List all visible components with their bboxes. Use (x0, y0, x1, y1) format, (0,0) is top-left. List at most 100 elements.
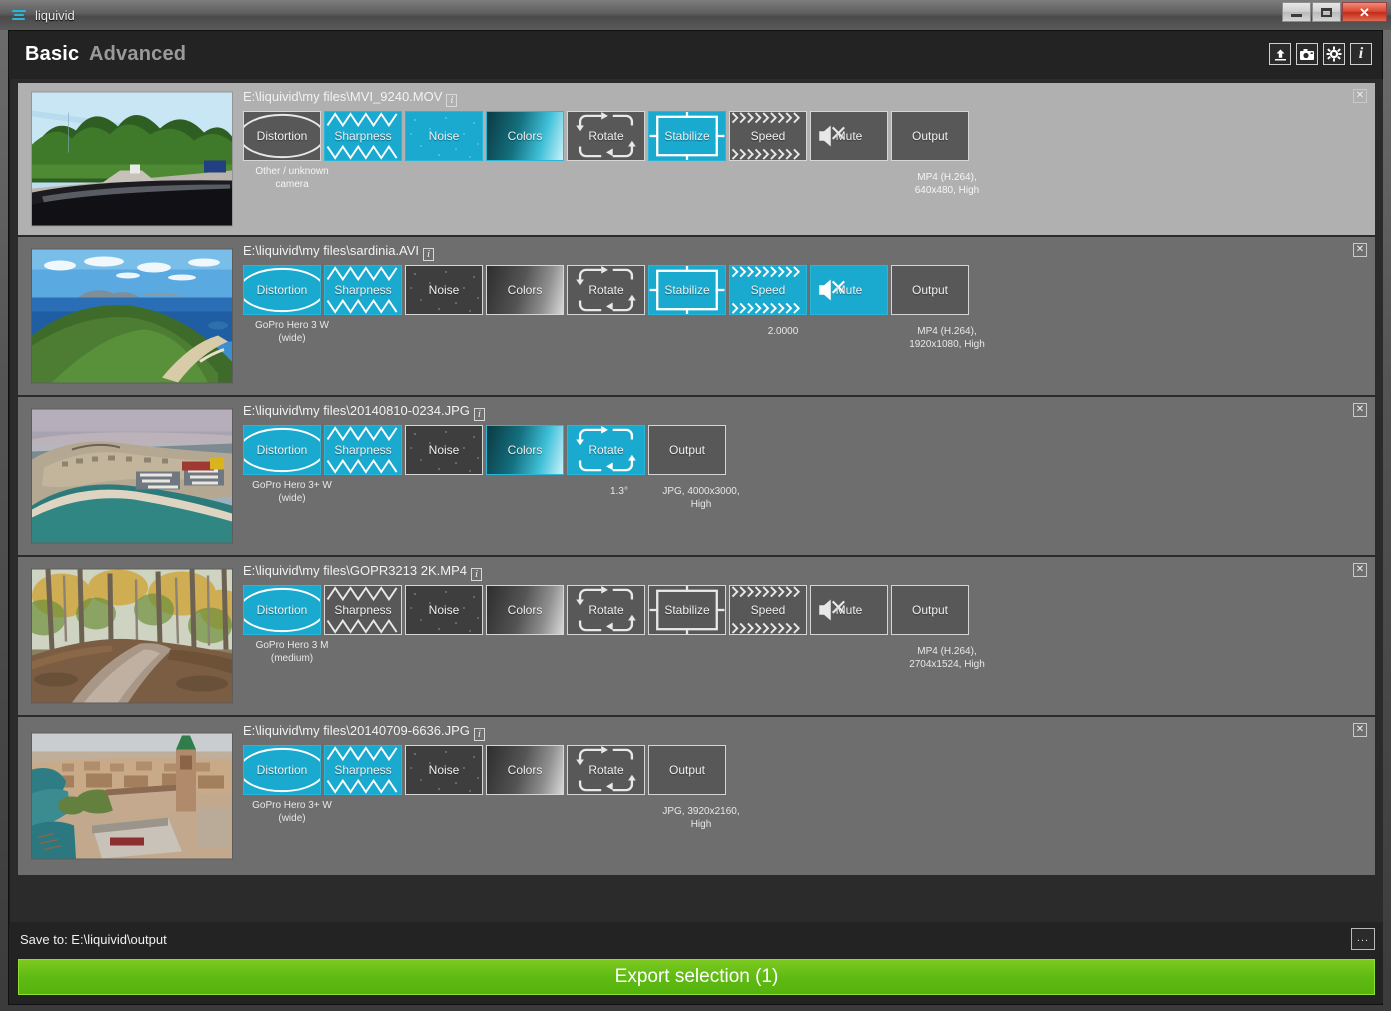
filter-output[interactable]: Output (891, 265, 969, 315)
filter-noise[interactable]: Noise (405, 745, 483, 795)
export-selection-button[interactable]: Export selection (1) (18, 959, 1375, 995)
remove-clip-button[interactable]: ✕ (1353, 723, 1367, 737)
filter-mute[interactable]: Mute (810, 585, 888, 635)
filter-sharpness[interactable]: Sharpness (324, 425, 402, 475)
clip-thumbnail[interactable] (32, 570, 232, 703)
clip-thumbnail[interactable] (32, 410, 232, 543)
filter-stabilize[interactable]: Stabilize (648, 111, 726, 161)
remove-clip-button[interactable]: ✕ (1353, 89, 1367, 103)
clip-row[interactable]: E:\liquivid\my files\GOPR3213 2K.MP4i Di… (18, 557, 1375, 715)
tab-bar: Basic Advanced i (9, 31, 1382, 79)
filter-rotate[interactable]: Rotate (567, 745, 645, 795)
filter-speed[interactable]: Speed (729, 111, 807, 161)
clip-thumbnail[interactable] (32, 734, 232, 859)
filter-speed[interactable]: Speed (729, 265, 807, 315)
window-controls: ✕ (1282, 2, 1387, 22)
filter-output[interactable]: Output (648, 745, 726, 795)
clip-path: E:\liquivid\my files\sardinia.AVIi (243, 243, 434, 261)
clip-thumbnail[interactable] (32, 93, 232, 226)
filter-sharpness[interactable]: Sharpness (324, 745, 402, 795)
lens-profile-label: GoPro Hero 3 M (medium) (246, 639, 338, 665)
clip-path: E:\liquivid\my files\MVI_9240.MOVi (243, 89, 457, 107)
clip-row[interactable]: E:\liquivid\my files\MVI_9240.MOVi Disto… (18, 83, 1375, 235)
output-format-label: JPG, 3920x2160, High (655, 805, 747, 831)
camera-icon[interactable] (1296, 43, 1318, 65)
browse-output-folder-button[interactable]: ... (1351, 928, 1375, 950)
app-content: Basic Advanced i (8, 30, 1383, 1005)
lens-profile-label: GoPro Hero 3+ W (wide) (246, 799, 338, 825)
filter-button-row: Distortion Sharpness Noise Colors (243, 265, 969, 315)
title-bar: liquivid ✕ (0, 0, 1391, 30)
maximize-button[interactable] (1312, 2, 1341, 22)
filter-stabilize[interactable]: Stabilize (648, 585, 726, 635)
filter-speed[interactable]: Speed (729, 585, 807, 635)
filter-distortion[interactable]: Distortion (243, 745, 321, 795)
filter-button-row: Distortion Sharpness Noise Colors (243, 745, 726, 795)
remove-clip-button[interactable]: ✕ (1353, 563, 1367, 577)
clip-list: E:\liquivid\my files\MVI_9240.MOVi Disto… (10, 79, 1383, 924)
filter-sharpness[interactable]: Sharpness (324, 585, 402, 635)
remove-clip-button[interactable]: ✕ (1353, 243, 1367, 257)
info-icon[interactable]: i (1350, 43, 1372, 65)
remove-clip-button[interactable]: ✕ (1353, 403, 1367, 417)
top-toolbar: i (1269, 43, 1372, 65)
filter-mute[interactable]: Mute (810, 111, 888, 161)
output-format-label: MP4 (H.264), 640x480, High (901, 171, 993, 197)
speed-value-label: 2.0000 (737, 325, 829, 338)
filter-colors[interactable]: Colors (486, 265, 564, 315)
filter-sharpness[interactable]: Sharpness (324, 265, 402, 315)
lens-profile-label: GoPro Hero 3 W (wide) (246, 319, 338, 345)
clip-row[interactable]: E:\liquivid\my files\20140709-6636.JPGi … (18, 717, 1375, 875)
filter-distortion[interactable]: Distortion (243, 425, 321, 475)
filter-noise[interactable]: Noise (405, 265, 483, 315)
filter-output[interactable]: Output (891, 585, 969, 635)
clip-path: E:\liquivid\my files\20140810-0234.JPGi (243, 403, 485, 421)
tab-advanced[interactable]: Advanced (89, 43, 186, 66)
clip-thumbnail[interactable] (32, 250, 232, 383)
filter-output[interactable]: Output (648, 425, 726, 475)
clip-path: E:\liquivid\my files\20140709-6636.JPGi (243, 723, 485, 741)
filter-rotate[interactable]: Rotate (567, 265, 645, 315)
filter-colors[interactable]: Colors (486, 745, 564, 795)
filter-colors[interactable]: Colors (486, 111, 564, 161)
output-format-label: MP4 (H.264), 1920x1080, High (901, 325, 993, 351)
minimize-button[interactable] (1282, 2, 1311, 22)
filter-colors[interactable]: Colors (486, 425, 564, 475)
filter-distortion[interactable]: Distortion (243, 585, 321, 635)
lens-profile-label: GoPro Hero 3+ W (wide) (246, 479, 338, 505)
lens-profile-label: Other / unknown camera (246, 165, 338, 191)
filter-noise[interactable]: Noise (405, 425, 483, 475)
footer-bar: Save to: E:\liquivid\output ... Export s… (10, 922, 1383, 1003)
clip-info-icon[interactable]: i (471, 568, 482, 581)
filter-button-row: Distortion Sharpness Noise Colors (243, 111, 969, 161)
tab-basic[interactable]: Basic (25, 43, 79, 66)
app-logo-icon (11, 7, 27, 23)
gear-icon[interactable] (1323, 43, 1345, 65)
clip-info-icon[interactable]: i (446, 94, 457, 107)
filter-noise[interactable]: Noise (405, 111, 483, 161)
app-window: liquivid ✕ Basic Advanced i (0, 0, 1391, 1011)
filter-sharpness[interactable]: Sharpness (324, 111, 402, 161)
clip-row[interactable]: E:\liquivid\my files\sardinia.AVIi Disto… (18, 237, 1375, 395)
filter-mute[interactable]: Mute (810, 265, 888, 315)
clip-path: E:\liquivid\my files\GOPR3213 2K.MP4i (243, 563, 482, 581)
clip-info-icon[interactable]: i (474, 728, 485, 741)
share-export-icon[interactable] (1269, 43, 1291, 65)
clip-info-icon[interactable]: i (474, 408, 485, 421)
filter-rotate[interactable]: Rotate (567, 585, 645, 635)
filter-distortion[interactable]: Distortion (243, 265, 321, 315)
filter-stabilize[interactable]: Stabilize (648, 265, 726, 315)
filter-distortion[interactable]: Distortion (243, 111, 321, 161)
clip-info-icon[interactable]: i (423, 248, 434, 261)
output-format-label: JPG, 4000x3000, High (655, 485, 747, 511)
filter-colors[interactable]: Colors (486, 585, 564, 635)
close-window-button[interactable]: ✕ (1342, 2, 1387, 22)
filter-noise[interactable]: Noise (405, 585, 483, 635)
rotate-value-label: 1.3° (573, 485, 665, 498)
filter-output[interactable]: Output (891, 111, 969, 161)
filter-rotate[interactable]: Rotate (567, 425, 645, 475)
filter-rotate[interactable]: Rotate (567, 111, 645, 161)
output-format-label: MP4 (H.264), 2704x1524, High (901, 645, 993, 671)
filter-button-row: Distortion Sharpness Noise Colors (243, 425, 726, 475)
clip-row[interactable]: E:\liquivid\my files\20140810-0234.JPGi … (18, 397, 1375, 555)
